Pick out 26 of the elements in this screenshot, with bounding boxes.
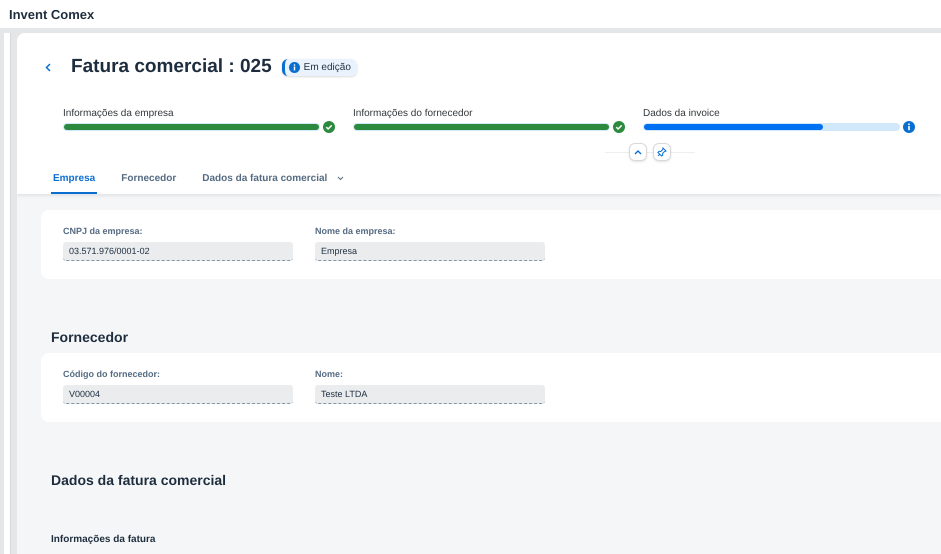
back-icon <box>45 62 51 72</box>
step-label: Dados da invoice <box>643 108 721 121</box>
step-label: Informações do fornecedor <box>353 108 474 121</box>
tab[interactable]: Empresa <box>51 167 98 194</box>
field-label: Nome: <box>315 369 344 379</box>
collapse-button[interactable] <box>629 143 647 161</box>
info-icon <box>288 62 300 72</box>
pin-button[interactable] <box>653 143 671 161</box>
subsection-title: Informações da fatura <box>51 534 156 545</box>
input-field[interactable]: Empresa <box>315 242 545 261</box>
field-label: Nome da empresa: <box>315 226 397 236</box>
field-label: CNPJ da empresa: <box>63 226 144 236</box>
page-title: Fatura comercial : 025 <box>71 56 272 78</box>
pin-icon <box>657 147 667 157</box>
section-title: Dados da fatura comercial <box>51 472 228 488</box>
field-label: Código do fornecedor: <box>63 369 161 379</box>
input-field[interactable]: Teste LTDA <box>315 385 545 404</box>
status-badge: Em edição <box>282 58 357 76</box>
chevron-up-icon <box>634 150 642 154</box>
input-field[interactable]: 03.571.976/0001-02 <box>63 242 293 261</box>
tab[interactable]: Dados da fatura comercial <box>200 167 346 194</box>
tab[interactable]: Fornecedor <box>119 167 178 194</box>
step-label: Informações da empresa <box>63 108 175 121</box>
section-title: Fornecedor <box>51 329 130 345</box>
app-title: Invent Comex <box>9 6 94 22</box>
input-field[interactable]: V00004 <box>63 385 293 404</box>
